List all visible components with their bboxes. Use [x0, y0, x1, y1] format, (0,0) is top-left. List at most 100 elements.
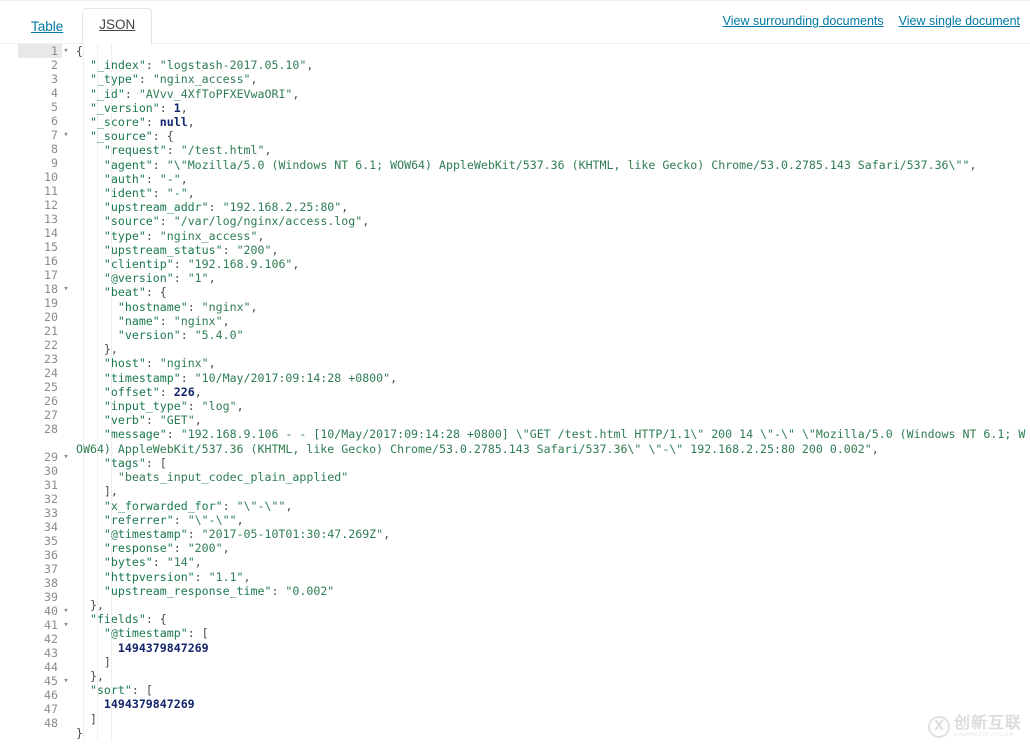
code-line[interactable]: ],: [76, 484, 1030, 498]
code-line[interactable]: "sort": [: [76, 683, 1030, 697]
code-line[interactable]: {: [76, 44, 1030, 58]
code-line[interactable]: "_source": {: [76, 129, 1030, 143]
code-line[interactable]: "host": "nginx",: [76, 356, 1030, 370]
code-line[interactable]: "bytes": "14",: [76, 555, 1030, 569]
line-number[interactable]: 24: [18, 366, 62, 380]
code-line[interactable]: },: [76, 342, 1030, 356]
line-number[interactable]: 41 ▾: [18, 618, 69, 632]
line-number[interactable]: 9: [18, 156, 62, 170]
line-number[interactable]: 5: [18, 100, 62, 114]
line-number[interactable]: 7 ▾: [18, 128, 69, 142]
line-number[interactable]: 2: [18, 58, 62, 72]
code-line[interactable]: "request": "/test.html",: [76, 143, 1030, 157]
line-number[interactable]: 43: [18, 646, 62, 660]
code-line[interactable]: },: [76, 598, 1030, 612]
code-line[interactable]: "beat": {: [76, 285, 1030, 299]
line-number[interactable]: 28: [18, 422, 62, 450]
line-number[interactable]: 12: [18, 198, 62, 212]
line-number[interactable]: 13: [18, 212, 62, 226]
line-number[interactable]: 26: [18, 394, 62, 408]
code-line[interactable]: "hostname": "nginx",: [76, 300, 1030, 314]
line-number[interactable]: 47: [18, 702, 62, 716]
line-number[interactable]: 33: [18, 506, 62, 520]
code-line[interactable]: "ident": "-",: [76, 186, 1030, 200]
code-line[interactable]: "agent": "\"Mozilla/5.0 (Windows NT 6.1;…: [76, 158, 1030, 172]
code-line[interactable]: "offset": 226,: [76, 385, 1030, 399]
code-line[interactable]: "referrer": "\"-\"",: [76, 513, 1030, 527]
line-number-gutter[interactable]: 1 ▾ 2 3 4 5 6 7 ▾ 8 9 10 11 12 13 14 15 16 17 18 ▾ 19 20 21 22 23…: [18, 44, 69, 730]
code-line[interactable]: "clientip": "192.168.9.106",: [76, 257, 1030, 271]
line-number[interactable]: 10: [18, 170, 62, 184]
line-number[interactable]: 23: [18, 352, 62, 366]
code-line[interactable]: "source": "/var/log/nginx/access.log",: [76, 214, 1030, 228]
line-number[interactable]: 37: [18, 562, 62, 576]
code-line[interactable]: "@timestamp": "2017-05-10T01:30:47.269Z"…: [76, 527, 1030, 541]
code-editor[interactable]: 1 ▾ 2 3 4 5 6 7 ▾ 8 9 10 11 12 13 14 15 16 17 18 ▾ 19 20 21 22 23…: [18, 44, 1030, 740]
code-line[interactable]: "tags": [: [76, 456, 1030, 470]
code-line[interactable]: "fields": {: [76, 612, 1030, 626]
line-number[interactable]: 18 ▾: [18, 282, 69, 296]
line-number[interactable]: 48: [18, 716, 62, 730]
code-line[interactable]: "upstream_response_time": "0.002": [76, 584, 1030, 598]
line-number[interactable]: 27: [18, 408, 62, 422]
line-number[interactable]: 19: [18, 296, 62, 310]
code-line[interactable]: "timestamp": "10/May/2017:09:14:28 +0800…: [76, 371, 1030, 385]
line-number[interactable]: 3: [18, 72, 62, 86]
line-number[interactable]: 21: [18, 324, 62, 338]
line-number[interactable]: 11: [18, 184, 62, 198]
code-line[interactable]: },: [76, 669, 1030, 683]
code-line[interactable]: "_id": "AVvv_4XfToPFXEVwaORI",: [76, 87, 1030, 101]
code-line[interactable]: "input_type": "log",: [76, 399, 1030, 413]
line-number[interactable]: 1 ▾: [18, 44, 69, 58]
line-number[interactable]: 30: [18, 464, 62, 478]
code-line[interactable]: "upstream_addr": "192.168.2.25:80",: [76, 200, 1030, 214]
code-line[interactable]: "x_forwarded_for": "\"-\"",: [76, 499, 1030, 513]
code-line[interactable]: 1494379847269: [76, 697, 1030, 711]
line-number[interactable]: 32: [18, 492, 62, 506]
code-line[interactable]: "message": "192.168.9.106 - - [10/May/20…: [76, 427, 1030, 455]
line-number[interactable]: 6: [18, 114, 62, 128]
code-line[interactable]: 1494379847269: [76, 641, 1030, 655]
code-line[interactable]: ]: [76, 712, 1030, 726]
line-number[interactable]: 35: [18, 534, 62, 548]
line-number[interactable]: 38: [18, 576, 62, 590]
line-number[interactable]: 29 ▾: [18, 450, 69, 464]
code-line[interactable]: "_version": 1,: [76, 101, 1030, 115]
code-line[interactable]: "verb": "GET",: [76, 413, 1030, 427]
code-line[interactable]: "type": "nginx_access",: [76, 229, 1030, 243]
tab-table[interactable]: Table: [18, 11, 82, 45]
code-line[interactable]: "@version": "1",: [76, 271, 1030, 285]
code-line[interactable]: }: [76, 726, 1030, 740]
view-surrounding-documents-link[interactable]: View surrounding documents: [723, 14, 884, 28]
line-number[interactable]: 45 ▾: [18, 674, 69, 688]
line-number[interactable]: 17: [18, 268, 62, 282]
code-line[interactable]: "_score": null,: [76, 115, 1030, 129]
code-line[interactable]: "version": "5.4.0": [76, 328, 1030, 342]
code-line[interactable]: "upstream_status": "200",: [76, 243, 1030, 257]
tab-json[interactable]: JSON: [82, 8, 153, 45]
line-number[interactable]: 15: [18, 240, 62, 254]
code-line[interactable]: "response": "200",: [76, 541, 1030, 555]
code-line[interactable]: "name": "nginx",: [76, 314, 1030, 328]
code-line[interactable]: "@timestamp": [: [76, 626, 1030, 640]
line-number[interactable]: 34: [18, 520, 62, 534]
code-line[interactable]: "_type": "nginx_access",: [76, 72, 1030, 86]
code-line[interactable]: "auth": "-",: [76, 172, 1030, 186]
view-single-document-link[interactable]: View single document: [899, 14, 1020, 28]
line-number[interactable]: 42: [18, 632, 62, 646]
code-content[interactable]: { "_index": "logstash-2017.05.10", "_typ…: [62, 44, 1030, 740]
line-number[interactable]: 44: [18, 660, 62, 674]
line-number[interactable]: 39: [18, 590, 62, 604]
code-line[interactable]: "httpversion": "1.1",: [76, 570, 1030, 584]
line-number[interactable]: 4: [18, 86, 62, 100]
line-number[interactable]: 14: [18, 226, 62, 240]
line-number[interactable]: 16: [18, 254, 62, 268]
line-number[interactable]: 25: [18, 380, 62, 394]
line-number[interactable]: 31: [18, 478, 62, 492]
line-number[interactable]: 20: [18, 310, 62, 324]
code-line[interactable]: "beats_input_codec_plain_applied": [76, 470, 1030, 484]
line-number[interactable]: 36: [18, 548, 62, 562]
line-number[interactable]: 40 ▾: [18, 604, 69, 618]
code-line[interactable]: "_index": "logstash-2017.05.10",: [76, 58, 1030, 72]
code-line[interactable]: ]: [76, 655, 1030, 669]
